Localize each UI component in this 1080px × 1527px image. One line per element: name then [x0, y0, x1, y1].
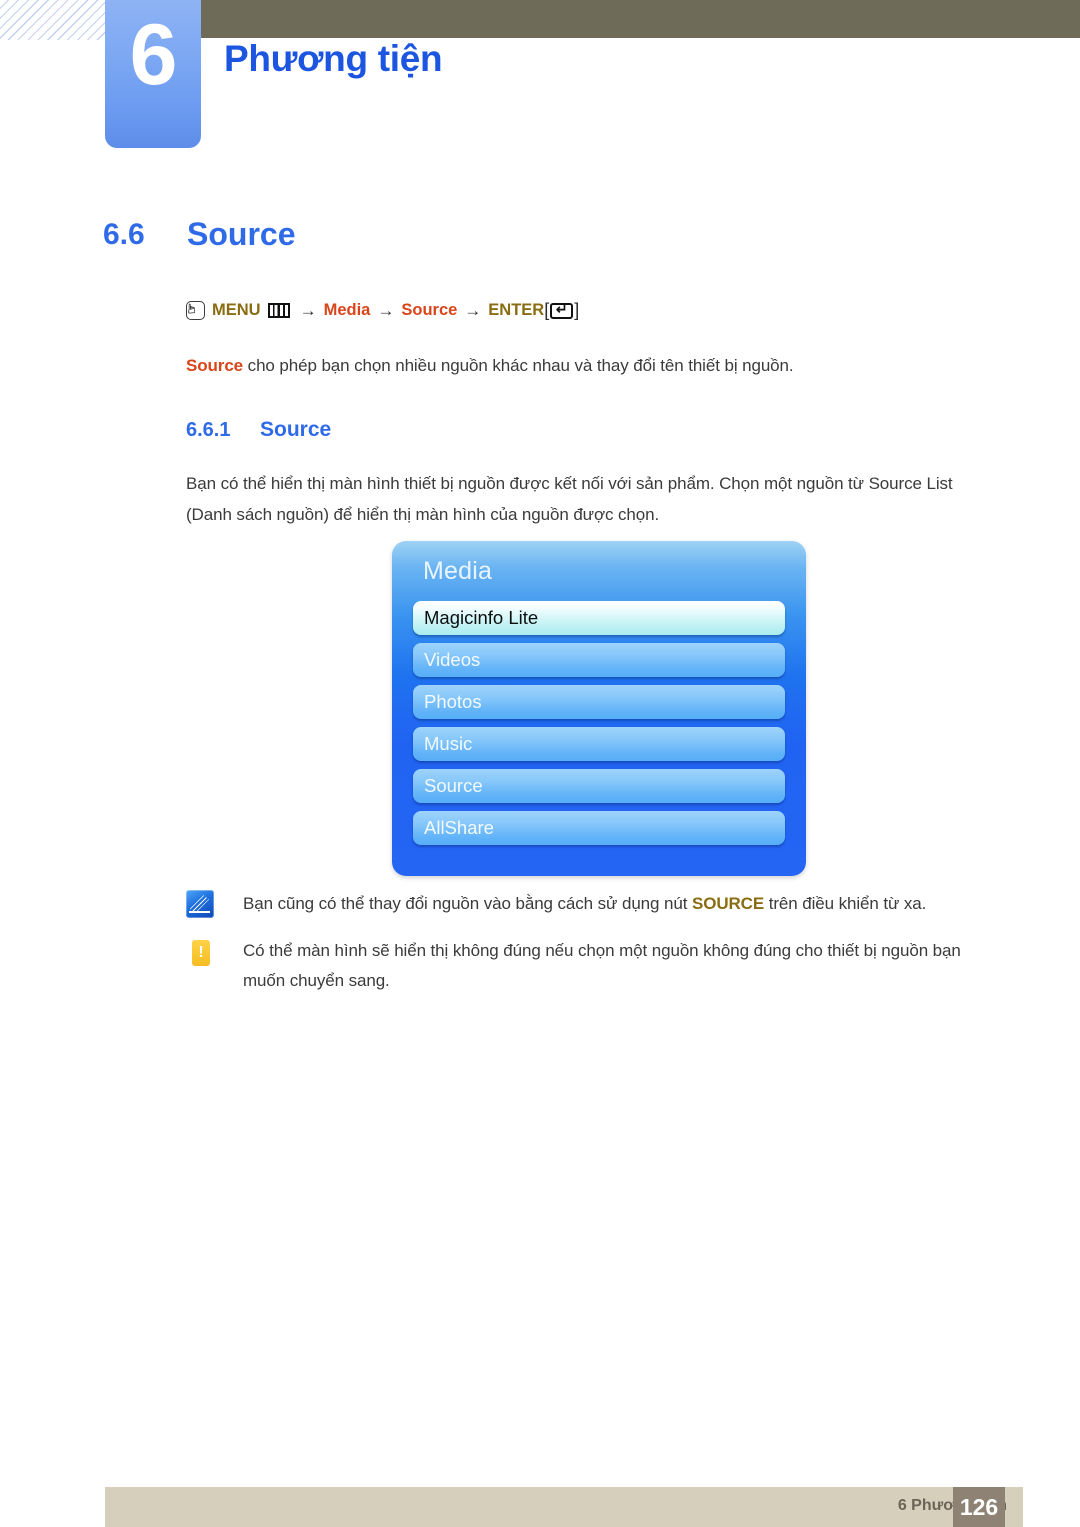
caution-exclamation-icon	[192, 940, 210, 966]
footer-page-badge: 126	[953, 1487, 1005, 1527]
note-1-before: Bạn cũng có thể thay đổi nguồn vào bằng …	[243, 894, 692, 913]
bracket-open: [	[544, 300, 550, 320]
osd-item-label: AllShare	[424, 817, 494, 838]
note-1-after: trên điều khiển từ xa.	[764, 894, 927, 913]
footer-page-number: 126	[959, 1494, 999, 1520]
osd-item-label: Music	[424, 733, 473, 754]
bracket-close: ]	[574, 300, 580, 320]
chapter-number: 6	[129, 7, 178, 103]
osd-item-label: Photos	[424, 691, 482, 712]
footer-bar	[105, 1487, 1023, 1527]
osd-item-allshare[interactable]: AllShare	[413, 811, 785, 845]
osd-item-music[interactable]: Music	[413, 727, 785, 761]
subsection-number: 6.6.1	[186, 419, 231, 441]
section-title: Source	[187, 216, 296, 252]
intro-paragraph: Source cho phép bạn chọn nhiều nguồn khá…	[186, 350, 986, 381]
menu-bars-icon	[267, 303, 290, 318]
chapter-title: Phương tiện	[224, 38, 443, 79]
osd-item-videos[interactable]: Videos	[413, 643, 785, 677]
note-pen-icon	[186, 890, 214, 918]
note-text-1: Bạn cũng có thể thay đổi nguồn vào bằng …	[243, 889, 1003, 919]
osd-media-panel: Media Magicinfo Lite Videos Photos Music…	[392, 541, 806, 876]
hatch-decoration	[0, 0, 108, 40]
menu-path: MENU → Media → Source → ENTER [ ]	[186, 300, 579, 321]
menu-path-item-source: Source	[401, 301, 458, 319]
subsection-title: Source	[260, 418, 332, 441]
menu-path-arrow-2: →	[377, 300, 395, 320]
osd-item-label: Videos	[424, 649, 481, 670]
osd-menu-list: Magicinfo Lite Videos Photos Music Sourc…	[413, 601, 785, 853]
note-text-2: Có thể màn hình sẽ hiển thị không đúng n…	[243, 941, 961, 990]
menu-path-enter-label: ENTER	[488, 301, 545, 319]
enter-key-icon	[550, 300, 574, 319]
note-1-bold-source: SOURCE	[691, 894, 765, 913]
osd-item-label: Magicinfo Lite	[424, 607, 539, 628]
header-olive-bar	[200, 0, 1080, 38]
menu-path-menu-label: MENU	[212, 301, 261, 319]
osd-item-magicinfo-lite[interactable]: Magicinfo Lite	[413, 601, 785, 635]
subsection-paragraph: Bạn có thể hiển thị màn hình thiết bị ng…	[186, 474, 953, 524]
menu-path-arrow-1: →	[299, 300, 317, 320]
menu-path-arrow-3: →	[464, 300, 482, 320]
chapter-number-tab: 6	[105, 0, 201, 148]
osd-panel-title: Media	[423, 557, 493, 585]
intro-bold-source: Source	[186, 356, 244, 375]
section-number: 6.6	[103, 218, 145, 251]
menu-path-item-media: Media	[323, 301, 371, 319]
osd-item-source[interactable]: Source	[413, 769, 785, 803]
osd-item-label: Source	[424, 775, 483, 796]
hand-press-icon	[186, 301, 205, 320]
intro-rest: cho phép bạn chọn nhiều nguồn khác nhau …	[243, 356, 794, 375]
osd-item-photos[interactable]: Photos	[413, 685, 785, 719]
